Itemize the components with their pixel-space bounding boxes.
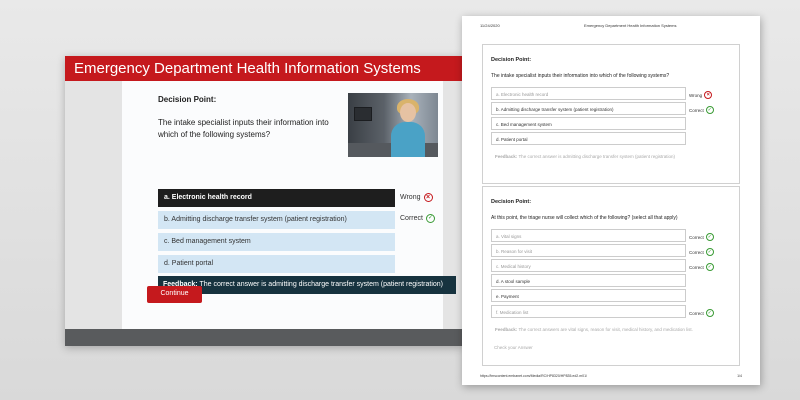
card2-a-correct-label: Correct [689, 234, 704, 240]
card2-option-f-result: Correct ✓ [689, 309, 714, 317]
card2-question: At this point, the triage nurse will col… [491, 215, 678, 221]
card2-option-b-result: Correct ✓ [689, 248, 714, 256]
correct-check-icon: ✓ [705, 106, 714, 114]
card1-option-b-result: Correct ✓ [689, 106, 714, 114]
doc-page-number: 1/4 [737, 374, 742, 378]
result-label-correct: Correct [400, 215, 423, 222]
continue-button[interactable]: Continue [147, 286, 202, 303]
card1-correct-label: Correct [689, 107, 704, 113]
card1-option-c[interactable]: c. Bed management system [491, 117, 686, 130]
slide-header-title: Emergency Department Health Information … [65, 56, 463, 81]
card2-option-b[interactable]: b. Reason for visit [491, 244, 686, 257]
head-shape [400, 103, 416, 122]
course-slide: Emergency Department Health Information … [65, 56, 463, 346]
option-a[interactable]: a. Electronic health record [158, 189, 395, 207]
card2-option-a-result: Correct ✓ [689, 233, 714, 241]
card1-feedback-label: Feedback: [495, 154, 518, 159]
card2-option-f[interactable]: f. Medication list [491, 305, 686, 318]
card2-option-a[interactable]: a. Vital signs [491, 229, 686, 242]
result-label-wrong: Wrong [400, 194, 421, 201]
decision-question: The intake specialist inputs their infor… [158, 118, 329, 139]
printed-document: 11/24/2020 Emergency Department Health I… [462, 16, 760, 385]
option-a-result: Wrong × [400, 193, 433, 202]
correct-check-icon: ✓ [425, 214, 435, 223]
card2-feedback-label: Feedback: [495, 327, 518, 332]
card2-feedback: Feedback: The correct answers are vital … [495, 327, 693, 332]
card1-title: Decision Point: [491, 57, 532, 63]
decision-point-title: Decision Point: [158, 95, 217, 104]
card1-option-a-result: Wrong × [689, 91, 713, 99]
wrong-x-icon: × [423, 193, 433, 202]
decision-card-2: Decision Point: At this point, the triag… [482, 186, 740, 366]
card1-option-d[interactable]: d. Patient portal [491, 132, 686, 145]
option-b-result: Correct ✓ [400, 214, 435, 223]
nurse-photo [348, 93, 438, 157]
option-b[interactable]: b. Admitting discharge transfer system (… [158, 211, 395, 229]
card1-question: The intake specialist inputs their infor… [491, 73, 670, 79]
slide-footer-bar [65, 329, 463, 346]
feedback-bar: Feedback: The correct answer is admittin… [158, 276, 456, 294]
correct-check-icon: ✓ [705, 248, 714, 256]
doc-date: 11/24/2020 [480, 23, 500, 28]
option-c[interactable]: c. Bed management system [158, 233, 395, 251]
card1-feedback: Feedback: The correct answer is admittin… [495, 154, 675, 159]
monitor-shape [354, 107, 372, 121]
correct-check-icon: ✓ [705, 309, 714, 317]
card2-title: Decision Point: [491, 199, 532, 205]
card1-feedback-text: The correct answer is admitting discharg… [518, 154, 675, 159]
correct-check-icon: ✓ [705, 263, 714, 271]
card2-option-d[interactable]: d. A stool sample [491, 274, 686, 287]
card1-option-b[interactable]: b. Admitting discharge transfer system (… [491, 102, 686, 115]
card1-wrong-label: Wrong [689, 92, 703, 98]
check-answer-button[interactable]: Check your Answer [494, 345, 533, 350]
correct-check-icon: ✓ [705, 233, 714, 241]
card2-c-correct-label: Correct [689, 264, 704, 270]
card2-option-c-result: Correct ✓ [689, 263, 714, 271]
wrong-x-icon: × [704, 91, 713, 99]
feedback-text: The correct answer is admitting discharg… [199, 281, 443, 288]
decision-card-1: Decision Point: The intake specialist in… [482, 44, 740, 184]
doc-footer-url: https://lmscontent.embanet.com/Media/RC/… [480, 374, 587, 378]
card1-option-a[interactable]: a. Electronic health record [491, 87, 686, 100]
slide-left-margin [65, 81, 122, 329]
card2-option-e[interactable]: e. Payment [491, 289, 686, 302]
doc-title: Emergency Department Health Information … [584, 23, 677, 28]
card2-f-correct-label: Correct [689, 310, 704, 316]
card2-b-correct-label: Correct [689, 249, 704, 255]
card2-option-c[interactable]: c. Medical history [491, 259, 686, 272]
scrubs-shape [391, 122, 425, 157]
option-d[interactable]: d. Patient portal [158, 255, 395, 273]
card2-feedback-text: The correct answers are vital signs, rea… [518, 327, 693, 332]
